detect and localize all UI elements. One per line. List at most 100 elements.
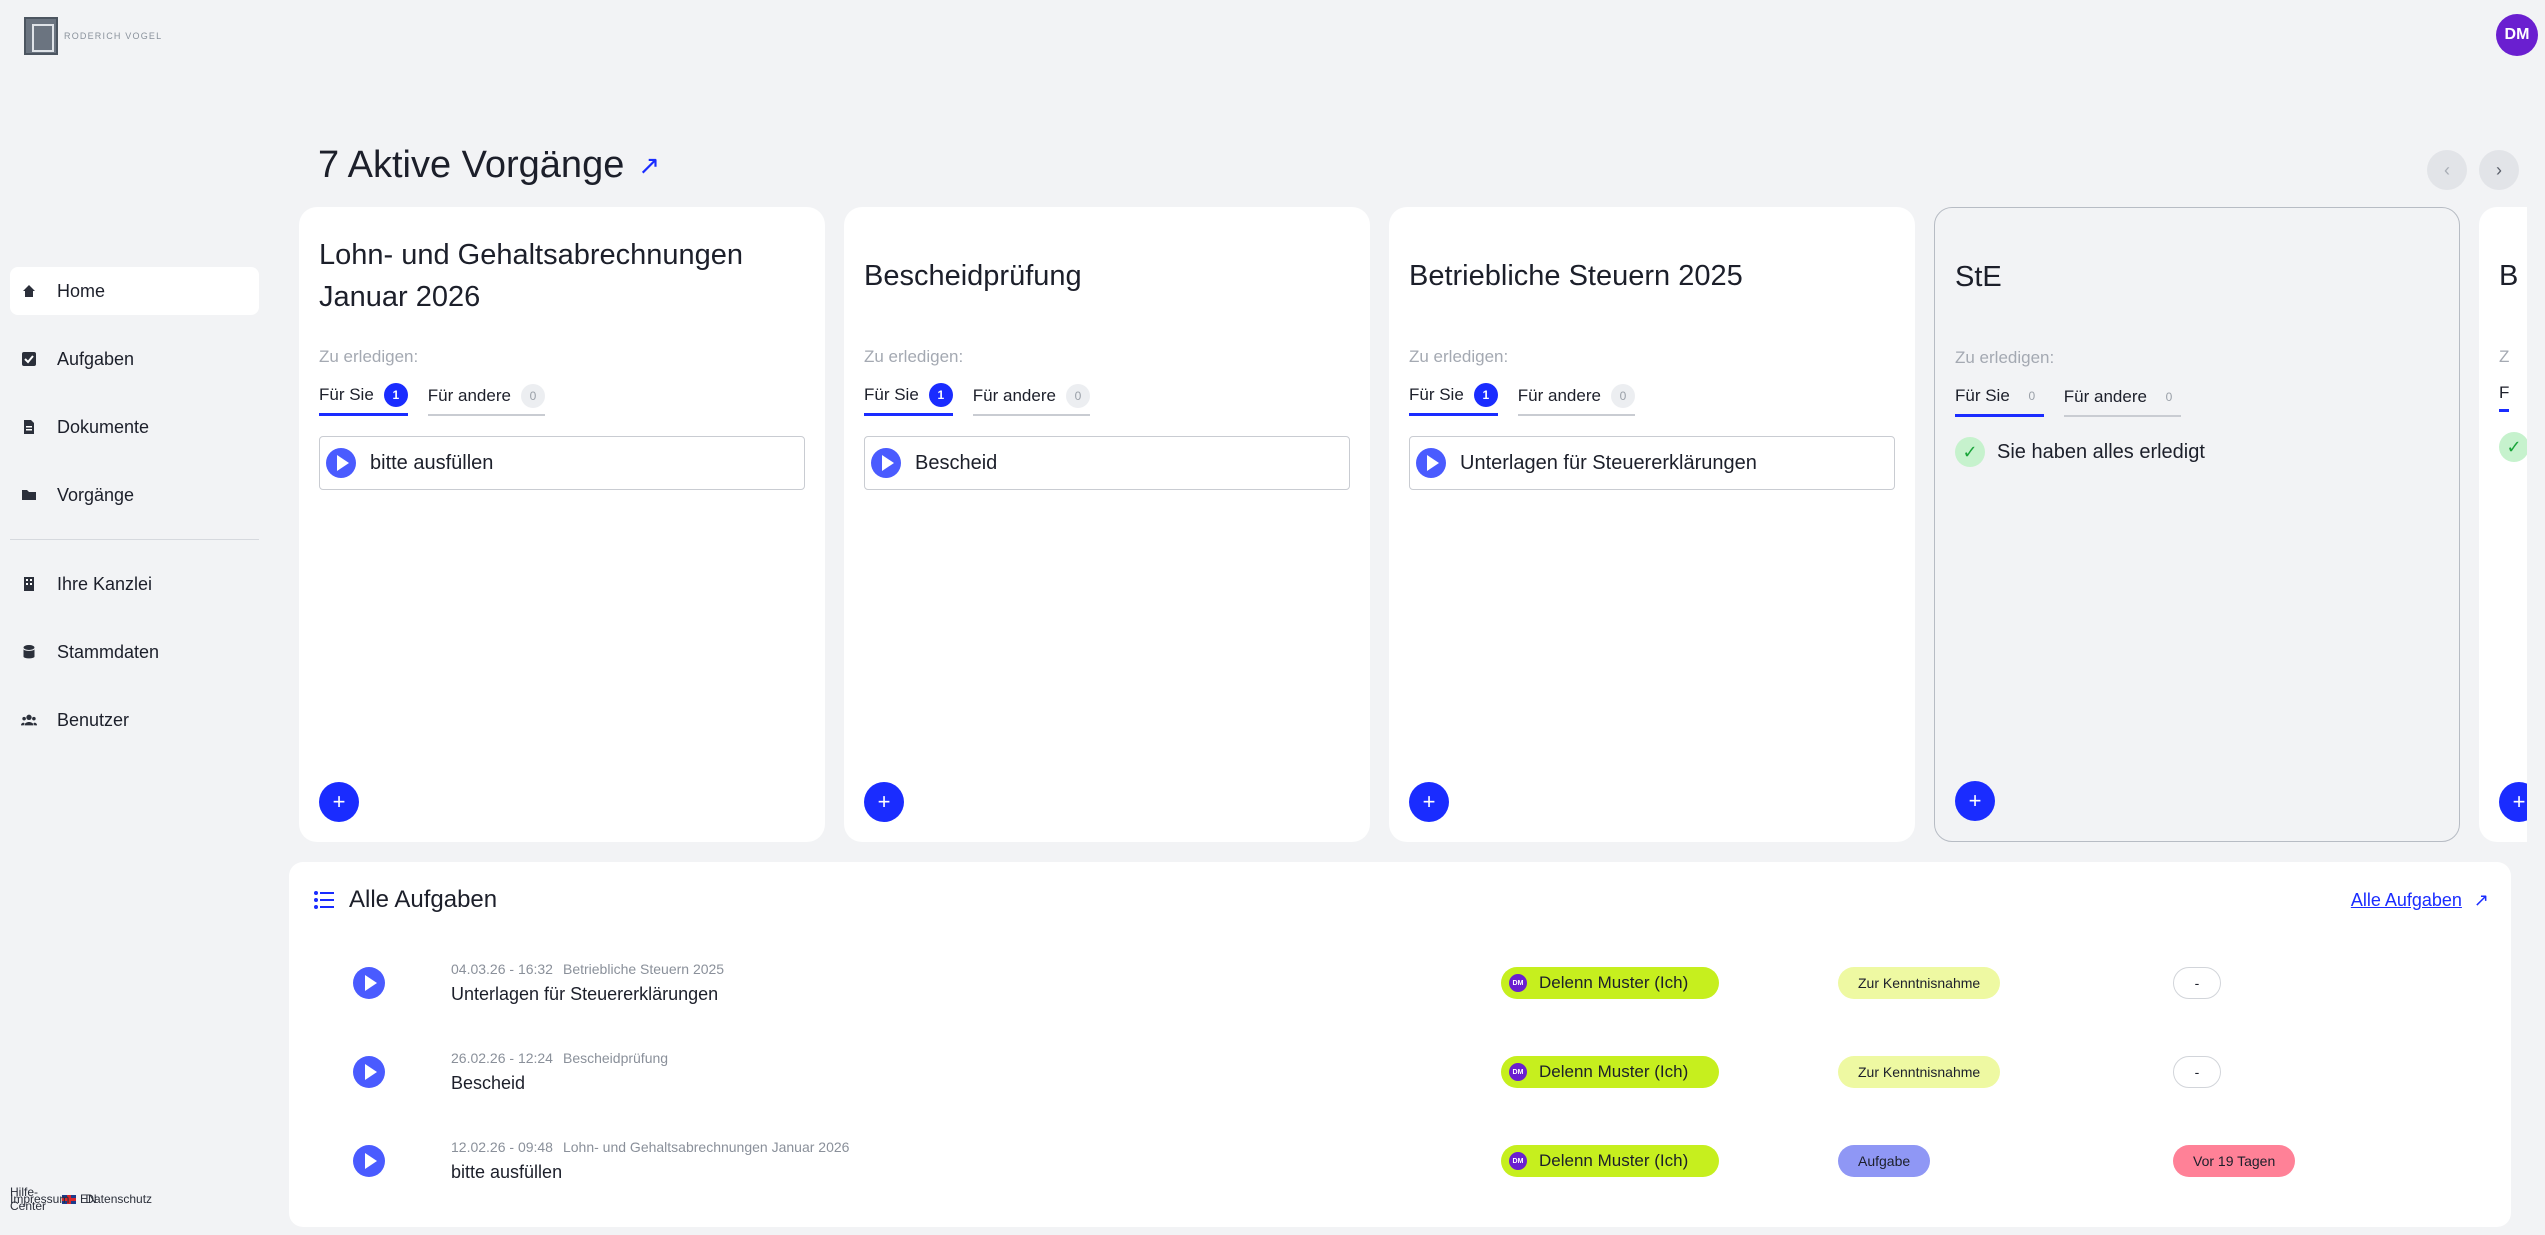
task-item[interactable]: bitte ausfüllen <box>319 436 805 490</box>
due-badge: - <box>2173 1056 2221 1088</box>
sidebar-item-label: Aufgaben <box>57 348 135 369</box>
avatar: DM <box>1509 1063 1527 1081</box>
logo-mark <box>24 17 58 55</box>
tab-for-you[interactable]: Für Sie 1 <box>319 383 408 416</box>
page-title-text: 7 Aktive Vorgänge <box>318 144 625 186</box>
task-name: Unterlagen für Steuererklärungen <box>451 984 719 1004</box>
carousel-prev-button[interactable]: ‹ <box>2427 150 2467 190</box>
task-type-badge: Zur Kenntnisnahme <box>1838 967 2001 999</box>
home-icon <box>21 283 37 299</box>
tab-for-others[interactable]: Für andere 0 <box>427 383 545 416</box>
add-button[interactable]: + <box>1409 782 1449 822</box>
sidebar-item-aufgaben[interactable]: Aufgaben <box>10 335 259 383</box>
database-icon <box>21 644 37 660</box>
sidebar-item-dokumente[interactable]: Dokumente <box>10 403 259 451</box>
tab-label: Für Sie <box>1409 385 1464 404</box>
task-item[interactable]: Bescheid <box>864 436 1350 490</box>
tab-for-you[interactable]: F <box>2499 383 2510 412</box>
task-date: 26.02.26 - 12:24 <box>451 1050 553 1066</box>
sidebar-item-vorgaenge[interactable]: Vorgänge <box>10 471 259 519</box>
task-item[interactable]: Unterlagen für Steuererklärungen <box>1409 436 1895 490</box>
todo-label: Zu erledigen: <box>319 347 419 366</box>
task-label: bitte ausfüllen <box>370 451 494 474</box>
card-title: B <box>2499 260 2519 292</box>
tab-count-badge: 1 <box>1473 383 1498 407</box>
task-row[interactable]: 26.02.26 - 12:24 Bescheidprüfung Bescheid… <box>289 1036 2511 1106</box>
add-button[interactable]: + <box>319 782 359 822</box>
check-icon: ✓ <box>1955 437 1985 467</box>
play-icon[interactable] <box>353 1145 385 1177</box>
process-cards: Lohn- und Gehaltsabrechnungen Januar 202… <box>299 207 2527 842</box>
tab-count-badge: 0 <box>1065 383 1090 408</box>
assignee-chip: DM Delenn Muster (Ich) <box>1501 1056 1719 1088</box>
tab-count-badge: 1 <box>383 383 408 407</box>
tab-label: Für andere <box>427 385 511 405</box>
tab-for-you[interactable]: Für Sie 1 <box>1409 383 1498 416</box>
assignee-name: Delenn Muster (Ich) <box>1539 1151 1689 1170</box>
brand-logo[interactable]: RODERICH VOGEL <box>24 17 162 55</box>
tab-for-others[interactable]: Für andere 0 <box>972 383 1090 416</box>
task-meta: 26.02.26 - 12:24 Bescheidprüfung <box>451 1050 668 1066</box>
all-tasks-link-label: Alle Aufgaben <box>2350 890 2462 910</box>
tab-count-badge: 0 <box>2028 389 2036 403</box>
tab-for-you[interactable]: Für Sie 1 <box>864 383 953 416</box>
card-tabs: Für Sie 1 Für andere 0 <box>319 383 805 416</box>
sidebar-item-stammdaten[interactable]: Stammdaten <box>10 628 259 676</box>
imprint-link[interactable]: Impressum <box>10 1192 69 1206</box>
sidebar-nav: Home Aufgaben Dokumente Vorgänge Ihre Ka… <box>10 267 259 764</box>
task-name: Bescheid <box>451 1073 526 1093</box>
carousel-next-button[interactable]: › <box>2479 150 2519 190</box>
sidebar-item-kanzlei[interactable]: Ihre Kanzlei <box>10 560 259 608</box>
building-icon <box>21 576 37 592</box>
due-badge: - <box>2173 967 2221 999</box>
card-title: Betriebliche Steuern 2025 <box>1409 260 1743 292</box>
carousel-controls: ‹ › <box>2427 150 2519 190</box>
avatar: DM <box>1509 1152 1527 1170</box>
task-row[interactable]: 12.02.26 - 09:48 Lohn- und Gehaltsabrechn… <box>289 1125 2511 1195</box>
task-row[interactable]: 04.03.26 - 16:32 Betriebliche Steuern 202… <box>289 947 2511 1017</box>
tab-for-you[interactable]: Für Sie 0 <box>1955 384 2044 417</box>
checkbox-icon <box>21 351 37 367</box>
external-link-arrow-icon[interactable]: ↗ <box>638 150 660 181</box>
process-card[interactable]: StE Zu erledigen: Für Sie 0 Für andere 0… <box>1934 207 2460 842</box>
add-button[interactable]: + <box>2499 782 2527 822</box>
todo-label: Z <box>2499 347 2510 366</box>
assignee-chip: DM Delenn Muster (Ich) <box>1501 967 1719 999</box>
task-label: Unterlagen für Steuererklärungen <box>1460 451 1757 474</box>
all-tasks-link[interactable]: Alle Aufgaben ↗ <box>2351 890 2489 911</box>
tab-for-others[interactable]: Für andere 0 <box>1517 383 1635 416</box>
privacy-link[interactable]: Datenschutz <box>85 1192 152 1206</box>
process-card[interactable]: Lohn- und Gehaltsabrechnungen Januar 202… <box>299 207 825 842</box>
add-button[interactable]: + <box>1955 781 1995 821</box>
card-tabs: Für Sie 1 Für andere 0 <box>864 383 1350 416</box>
process-card[interactable]: B Z F ✓ + <box>2479 207 2527 842</box>
card-title: StE <box>1955 261 2002 293</box>
task-process: Lohn- und Gehaltsabrechnungen Januar 202… <box>562 1139 850 1155</box>
assignee-chip: DM Delenn Muster (Ich) <box>1501 1145 1719 1177</box>
process-card[interactable]: Betriebliche Steuern 2025 Zu erledigen: … <box>1389 207 1915 842</box>
panel-title: Alle Aufgaben <box>349 886 498 913</box>
play-icon[interactable] <box>353 967 385 999</box>
external-link-arrow-icon: ↗ <box>2473 890 2489 910</box>
task-name: bitte ausfüllen <box>451 1162 563 1182</box>
sidebar-item-home[interactable]: Home <box>10 267 259 315</box>
task-date: 12.02.26 - 09:48 <box>451 1139 553 1155</box>
process-card[interactable]: Bescheidprüfung Zu erledigen: Für Sie 1 … <box>844 207 1370 842</box>
play-icon <box>326 448 356 478</box>
logo-text: RODERICH VOGEL <box>64 31 163 41</box>
assignee-name: Delenn Muster (Ich) <box>1539 1062 1689 1081</box>
add-button[interactable]: + <box>864 782 904 822</box>
user-avatar[interactable]: DM <box>2496 14 2538 56</box>
card-title: Bescheidprüfung <box>864 260 1082 292</box>
play-icon[interactable] <box>353 1056 385 1088</box>
sidebar-item-label: Home <box>57 280 106 301</box>
all-done-message: ✓ <box>2499 432 2527 462</box>
sidebar-item-label: Dokumente <box>57 416 150 437</box>
sidebar-item-benutzer[interactable]: Benutzer <box>10 696 259 744</box>
all-done-message: ✓ Sie haben alles erledigt <box>1955 437 2439 467</box>
tab-for-others[interactable]: Für andere 0 <box>2063 384 2181 417</box>
tab-label: F <box>2499 383 2510 402</box>
card-tabs: Für Sie 0 Für andere 0 <box>1955 384 2439 417</box>
list-icon <box>313 889 335 911</box>
play-icon <box>1416 448 1446 478</box>
